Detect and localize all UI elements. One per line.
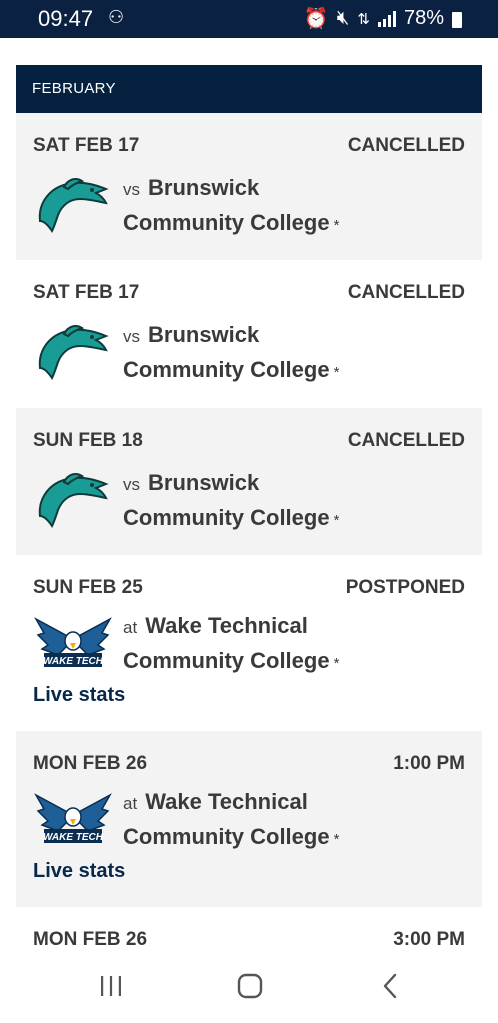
opponent-name-line1: Wake Technical: [145, 789, 308, 814]
wake-tech-eagle-logo-icon: WAKE TECH: [34, 793, 112, 843]
conference-asterisk: *: [333, 512, 340, 529]
opponent-name-line1: Wake Technical: [145, 613, 308, 638]
game-prep: at: [123, 618, 138, 637]
game-row[interactable]: SUN FEB 18 CANCELLED vs Brunswick Communi…: [16, 408, 482, 556]
conference-asterisk: *: [333, 217, 340, 234]
game-date: MON FEB 26: [33, 929, 148, 948]
game-date: SUN FEB 25: [33, 577, 143, 598]
conference-asterisk: *: [333, 655, 340, 672]
live-stats-link[interactable]: Live stats: [33, 684, 125, 707]
status-bar: 09:47 ⚇ ⏰ 🔇︎ ⇅ 78%: [0, 0, 498, 38]
opponent-name-line1: Brunswick: [148, 470, 260, 495]
game-prep: vs: [123, 180, 140, 199]
opponent-name-line1: Brunswick: [148, 322, 260, 347]
game-date: SAT FEB 17: [33, 282, 140, 303]
back-icon[interactable]: [370, 970, 410, 1002]
game-row[interactable]: SAT FEB 17 CANCELLED vs Brunswick Communi…: [16, 113, 482, 261]
game-prep: at: [123, 794, 138, 813]
game-prep: vs: [123, 327, 140, 346]
opponent-name-line2: Community College: [123, 357, 330, 382]
data-icon: ⇅: [357, 10, 370, 28]
game-row[interactable]: SAT FEB 17 CANCELLED vs Brunswick Communi…: [16, 260, 482, 409]
dolphin-logo-icon: [38, 325, 109, 380]
wake-tech-logo-text: WAKE TECH: [43, 832, 104, 843]
battery-icon: [452, 11, 462, 28]
wake-tech-eagle-logo-icon: WAKE TECH: [34, 617, 112, 667]
opponent[interactable]: at Wake Technical Community College *: [123, 785, 453, 856]
game-status: POSTPONED: [345, 577, 465, 598]
opponent-name-line2: Community College: [123, 210, 330, 235]
status-icons: ⏰ 🔇︎ ⇅ 78%: [304, 6, 462, 31]
alarm-icon: ⏰: [303, 8, 329, 30]
live-stats-link[interactable]: Live stats: [33, 860, 125, 883]
opponent-name-line1: Brunswick: [148, 175, 260, 200]
dolphin-logo-icon: [38, 178, 109, 233]
game-date: SUN FEB 18: [33, 430, 143, 451]
conference-asterisk: *: [333, 364, 340, 381]
game-row[interactable]: MON FEB 26 3:00 PM: [16, 907, 482, 948]
schedule-list[interactable]: FEBRUARY SAT FEB 17 CANCELLED vs Brunswic…: [0, 38, 498, 948]
mute-icon: 🔇︎: [336, 7, 350, 29]
game-row[interactable]: MON FEB 26 1:00 PM WAKE TECH at Wake Tech…: [16, 731, 482, 908]
battery-percent: 78%: [403, 7, 444, 29]
opponent-name-line2: Community College: [123, 648, 330, 673]
game-date: SAT FEB 17: [33, 135, 140, 156]
opponent-name-line2: Community College: [123, 824, 330, 849]
game-status: CANCELLED: [347, 430, 465, 451]
month-header: FEBRUARY: [16, 65, 482, 113]
game-prep: vs: [123, 475, 140, 494]
wake-tech-logo-text: WAKE TECH: [43, 656, 104, 667]
conference-asterisk: *: [333, 831, 340, 848]
opponent-name-line2: Community College: [123, 505, 330, 530]
home-icon[interactable]: [230, 970, 270, 1002]
game-status: CANCELLED: [347, 135, 465, 156]
game-date: MON FEB 26: [33, 753, 148, 774]
game-status: CANCELLED: [347, 282, 465, 303]
usb-icon: ⚇: [108, 7, 125, 27]
opponent[interactable]: at Wake Technical Community College *: [123, 609, 453, 680]
game-status: 3:00 PM: [393, 929, 465, 948]
game-row[interactable]: SUN FEB 25 POSTPONED WAKE TECH at Wake Te…: [16, 555, 482, 732]
dolphin-logo-icon: [38, 473, 109, 528]
game-status: 1:00 PM: [393, 753, 465, 774]
opponent[interactable]: vs Brunswick Community College *: [123, 466, 453, 537]
opponent[interactable]: vs Brunswick Community College *: [123, 171, 453, 242]
opponent[interactable]: vs Brunswick Community College *: [123, 318, 453, 389]
clock: 09:47: [38, 6, 94, 31]
signal-icon: [377, 10, 396, 27]
recent-apps-icon[interactable]: [91, 970, 131, 1002]
month-label: FEBRUARY: [32, 80, 116, 97]
navigation-bar: [0, 948, 498, 1023]
